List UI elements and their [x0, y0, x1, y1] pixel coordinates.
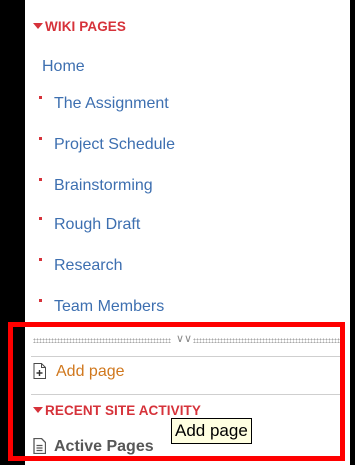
sidebar-item-label: Research — [54, 257, 123, 274]
add-page-label: Add page — [56, 363, 125, 380]
sidebar-item-the-assignment[interactable]: The Assignment — [39, 95, 169, 113]
bullet-icon — [39, 217, 42, 220]
bullet-icon — [39, 299, 42, 302]
sidebar-item-research[interactable]: Research — [39, 257, 122, 275]
divider — [31, 356, 343, 357]
chevron-down-icon[interactable]: ∨∨ — [176, 332, 192, 345]
sidebar-item-label: Team Members — [54, 298, 165, 315]
sidebar-item-project-schedule[interactable]: Project Schedule — [39, 136, 175, 154]
sidebar-item-label: Rough Draft — [54, 216, 141, 233]
add-page-button[interactable]: Add page — [33, 363, 125, 381]
grip-dots-left — [33, 338, 171, 343]
sidebar-item-label: The Assignment — [54, 95, 169, 112]
divider — [31, 394, 343, 395]
page-icon — [33, 363, 46, 379]
wiki-pages-header[interactable]: WIKI PAGES — [33, 19, 126, 34]
document-icon — [33, 438, 46, 454]
sidebar-item-home[interactable]: Home — [42, 58, 85, 76]
wiki-sidebar-panel: WIKI PAGES Home The Assignment Project S… — [25, 0, 350, 465]
bullet-icon — [39, 258, 42, 261]
recent-activity-item-label: Active Pages — [54, 438, 154, 455]
recent-activity-item[interactable]: Active Pages — [33, 438, 154, 456]
recent-activity-header[interactable]: RECENT SITE ACTIVITY — [33, 403, 201, 418]
sidebar-item-rough-draft[interactable]: Rough Draft — [39, 216, 140, 234]
caret-down-icon[interactable] — [33, 23, 43, 29]
resize-grip[interactable]: ∨∨ — [33, 333, 341, 346]
wiki-pages-header-label: WIKI PAGES — [45, 19, 127, 34]
grip-dots-right — [193, 338, 341, 343]
tooltip: Add page — [171, 418, 252, 444]
sidebar-item-label: Project Schedule — [54, 136, 175, 153]
sidebar-item-brainstorming[interactable]: Brainstorming — [39, 177, 153, 195]
bullet-icon — [39, 96, 42, 99]
bullet-icon — [39, 178, 42, 181]
sidebar-item-label: Brainstorming — [54, 177, 153, 194]
caret-down-icon[interactable] — [33, 407, 43, 413]
bullet-icon — [39, 137, 42, 140]
sidebar-item-team-members[interactable]: Team Members — [39, 298, 164, 316]
recent-activity-header-label: RECENT SITE ACTIVITY — [45, 403, 202, 418]
